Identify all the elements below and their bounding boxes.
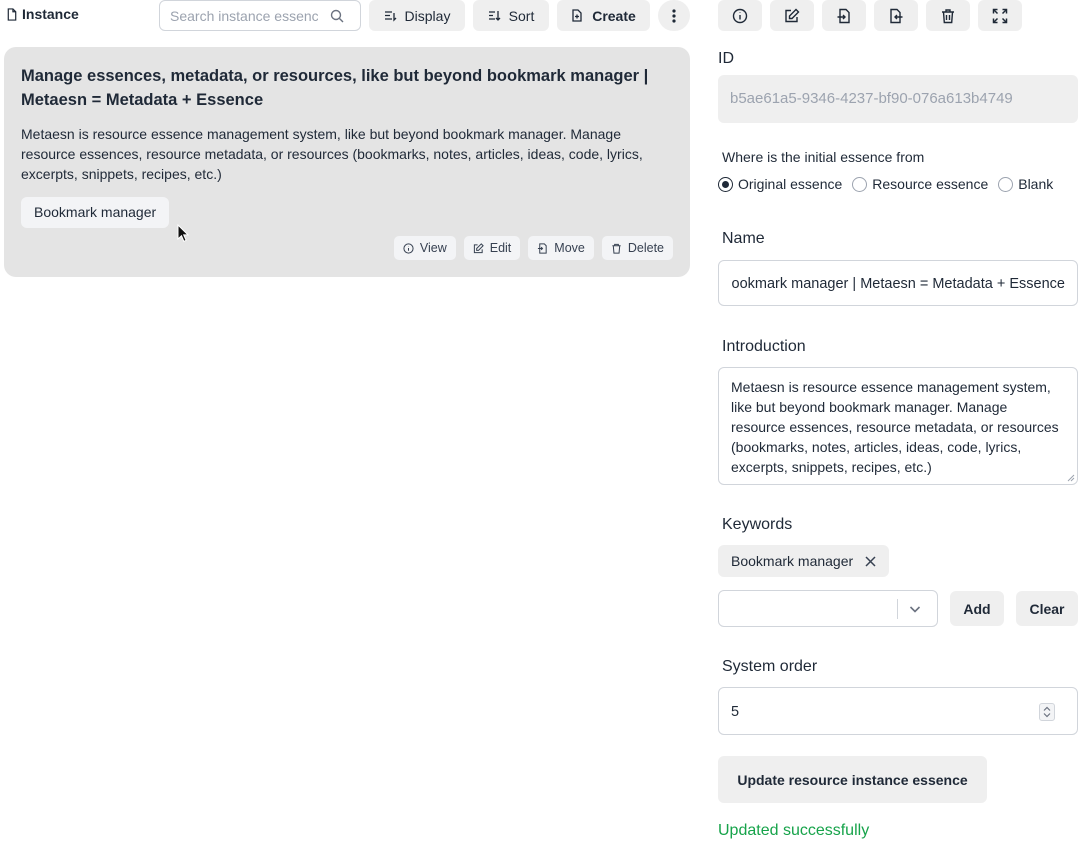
- essence-card[interactable]: Manage essences, metadata, or resources,…: [4, 47, 690, 277]
- name-input[interactable]: [731, 274, 1065, 294]
- card-actions: View Edit Move Delete: [393, 236, 673, 260]
- trash-icon: [612, 243, 621, 254]
- add-keyword-button[interactable]: Add: [950, 591, 1004, 626]
- name-field[interactable]: [718, 260, 1078, 306]
- keyword-select[interactable]: [718, 590, 938, 627]
- radio-original-essence[interactable]: Original essence: [718, 176, 842, 192]
- move-button[interactable]: Move: [528, 236, 594, 260]
- page-title-text: Instance: [22, 6, 79, 22]
- fullscreen-button[interactable]: [978, 0, 1022, 31]
- search-input[interactable]: [170, 7, 318, 25]
- source-radio-group: Original essence Resource essence Blank: [718, 176, 1063, 192]
- more-vertical-icon: [672, 8, 676, 23]
- chevron-down-icon[interactable]: [908, 602, 922, 616]
- source-question: Where is the initial essence from: [722, 149, 925, 165]
- introduction-textarea[interactable]: Metaesn is resource essence management s…: [731, 377, 1065, 477]
- display-icon: [384, 11, 397, 22]
- sort-icon: [488, 11, 501, 21]
- delete-button[interactable]: Delete: [601, 236, 673, 260]
- search-icon[interactable]: [330, 9, 344, 23]
- number-stepper[interactable]: [1039, 703, 1055, 721]
- card-keyword-tag[interactable]: Bookmark manager: [21, 197, 170, 228]
- page-title: Instance: [6, 6, 79, 22]
- display-button-label: Display: [404, 7, 451, 24]
- name-label: Name: [722, 230, 765, 247]
- radio-label-original: Original essence: [738, 176, 843, 192]
- radio-button-blank[interactable]: [998, 176, 1014, 192]
- info-button[interactable]: [718, 0, 762, 31]
- update-essence-button[interactable]: Update resource instance essence: [718, 756, 987, 803]
- edit-icon: [785, 8, 800, 22]
- move-icon: [538, 242, 547, 254]
- delete-essence-button[interactable]: [926, 0, 970, 31]
- close-icon[interactable]: [865, 555, 876, 567]
- view-button-label: View: [419, 241, 447, 255]
- import-icon: [837, 8, 850, 23]
- create-button[interactable]: Create: [557, 0, 650, 31]
- document-icon: [7, 7, 17, 21]
- view-button[interactable]: View: [393, 236, 456, 260]
- create-button-label: Create: [592, 7, 636, 24]
- status-message: Updated successfully: [718, 822, 870, 839]
- sort-button[interactable]: Sort: [473, 0, 549, 31]
- clear-keywords-button[interactable]: Clear: [1016, 591, 1078, 626]
- info-icon: [732, 8, 748, 23]
- more-options-button[interactable]: [658, 0, 690, 31]
- id-label: ID: [718, 50, 734, 67]
- select-divider: [897, 599, 898, 619]
- new-file-icon: [572, 9, 582, 22]
- keyword-chip: Bookmark manager: [718, 545, 890, 577]
- radio-blank[interactable]: Blank: [998, 176, 1053, 192]
- sort-button-label: Sort: [508, 7, 535, 24]
- move-button-label: Move: [554, 241, 585, 255]
- radio-label-resource: Resource essence: [872, 176, 989, 192]
- radio-resource-essence[interactable]: Resource essence: [852, 176, 988, 192]
- stepper-arrows-icon[interactable]: [1040, 704, 1054, 720]
- edit-icon: [473, 242, 484, 253]
- card-description: Metaesn is resource essence management s…: [21, 126, 643, 182]
- keyword-chip-label: Bookmark manager: [731, 553, 854, 569]
- system-order-field[interactable]: [718, 687, 1078, 735]
- introduction-field[interactable]: Metaesn is resource essence management s…: [718, 367, 1078, 485]
- system-order-input[interactable]: [731, 702, 1021, 722]
- search-box[interactable]: [159, 0, 361, 31]
- keywords-label: Keywords: [722, 516, 793, 533]
- export-button[interactable]: [874, 0, 918, 31]
- edit-button-label: Edit: [489, 241, 512, 255]
- id-field: b5ae61a5-9346-4237-bf90-076a613b4749: [718, 75, 1078, 123]
- import-button[interactable]: [822, 0, 866, 31]
- radio-button-resource[interactable]: [852, 176, 868, 192]
- resize-handle-icon[interactable]: [1067, 474, 1075, 482]
- trash-icon: [942, 8, 954, 23]
- info-icon: [403, 242, 414, 254]
- system-order-label: System order: [722, 658, 818, 675]
- card-title: Manage essences, metadata, or resources,…: [21, 67, 649, 109]
- introduction-label: Introduction: [722, 338, 806, 355]
- export-icon: [890, 8, 903, 23]
- edit-button[interactable]: Edit: [463, 236, 521, 260]
- mouse-cursor-icon: [177, 224, 189, 242]
- edit-mode-button[interactable]: [770, 0, 814, 31]
- fullscreen-icon: [992, 8, 1008, 23]
- list-toolbar: Instance Display Sort Create: [0, 0, 700, 32]
- delete-button-label: Delete: [627, 241, 664, 255]
- radio-button-original[interactable]: [718, 176, 733, 192]
- radio-label-blank: Blank: [1018, 176, 1054, 192]
- display-button[interactable]: Display: [369, 0, 465, 31]
